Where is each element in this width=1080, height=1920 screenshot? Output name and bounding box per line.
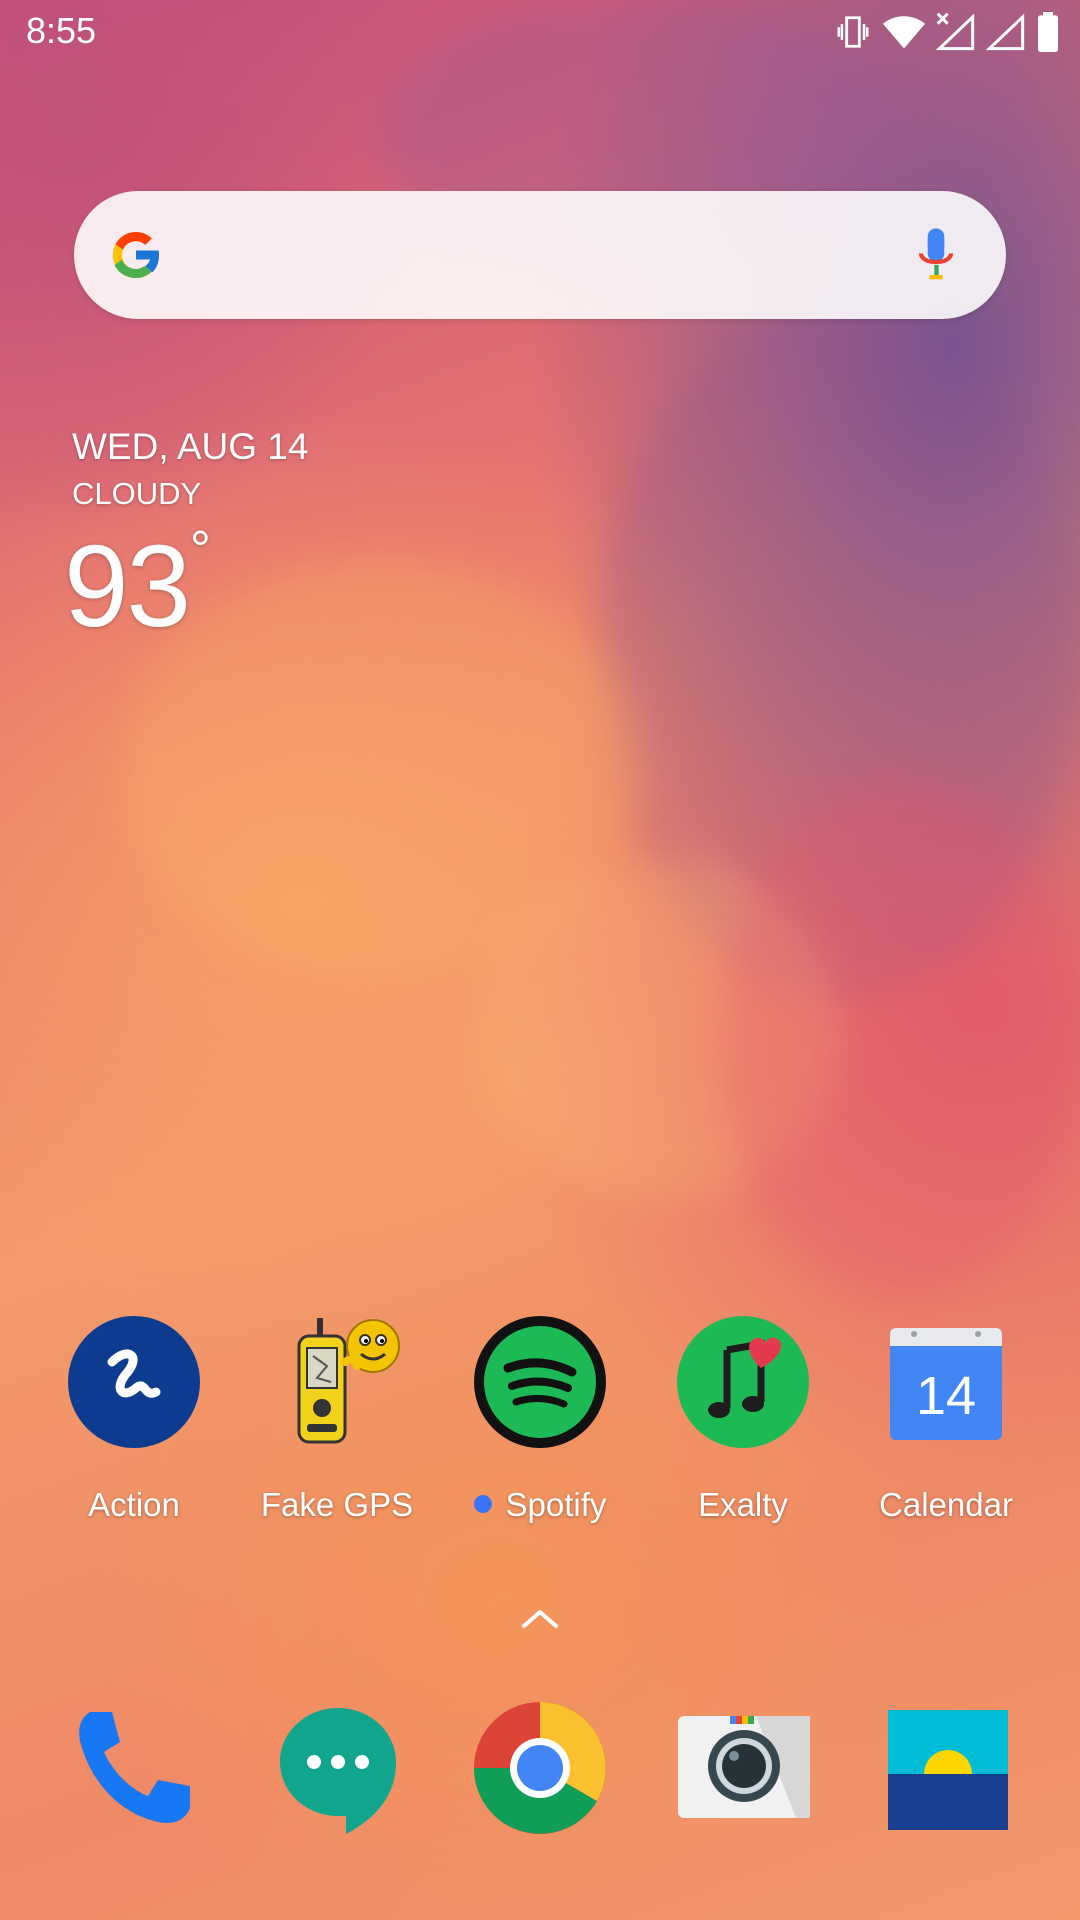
widget-temperature[interactable]: 93 — [64, 528, 191, 644]
mic-icon[interactable] — [916, 225, 956, 285]
widget-date[interactable]: WED, AUG 14 — [72, 426, 308, 468]
degree-symbol: ° — [190, 521, 211, 579]
app-label: Calendar — [879, 1486, 1013, 1523]
phone-icon[interactable] — [66, 1700, 202, 1836]
gallery-icon[interactable] — [880, 1700, 1016, 1836]
app-drawer-chevron-up-icon[interactable] — [520, 1604, 560, 1632]
signal-x-icon — [936, 12, 975, 51]
svg-text:14: 14 — [916, 1366, 976, 1426]
signal-icon — [986, 13, 1025, 51]
status-time: 8:55 — [26, 10, 97, 51]
messages-icon[interactable] — [270, 1700, 406, 1836]
status-icons — [834, 12, 1060, 52]
app-exalty[interactable]: Exalty — [643, 1316, 843, 1536]
app-action[interactable]: Action — [34, 1316, 234, 1536]
app-calendar[interactable]: 14 Calendar — [846, 1316, 1046, 1536]
battery-icon — [1038, 12, 1058, 52]
google-g-icon — [113, 232, 161, 278]
app-spotify[interactable]: Spotify — [440, 1316, 640, 1536]
status-bar: 8:55 — [0, 0, 1080, 64]
app-fake-gps[interactable]: Fake GPS — [237, 1316, 437, 1536]
wifi-icon — [882, 16, 926, 49]
calendar-icon: 14 — [890, 1328, 1002, 1440]
vibrate-icon — [837, 16, 869, 48]
fake-gps-icon — [297, 1318, 400, 1444]
spotify-icon — [474, 1316, 606, 1448]
camera-icon[interactable] — [676, 1700, 812, 1836]
new-install-dot — [473, 1495, 492, 1514]
chrome-icon[interactable] — [472, 1700, 608, 1836]
action-icon — [68, 1316, 200, 1448]
wallpaper-swirl — [720, 780, 1080, 1300]
widget-weather-condition[interactable]: CLOUDY — [72, 476, 201, 512]
exalty-icon — [677, 1316, 809, 1448]
google-search-bar[interactable] — [74, 191, 1006, 319]
app-label-text: Spotify — [505, 1486, 607, 1523]
